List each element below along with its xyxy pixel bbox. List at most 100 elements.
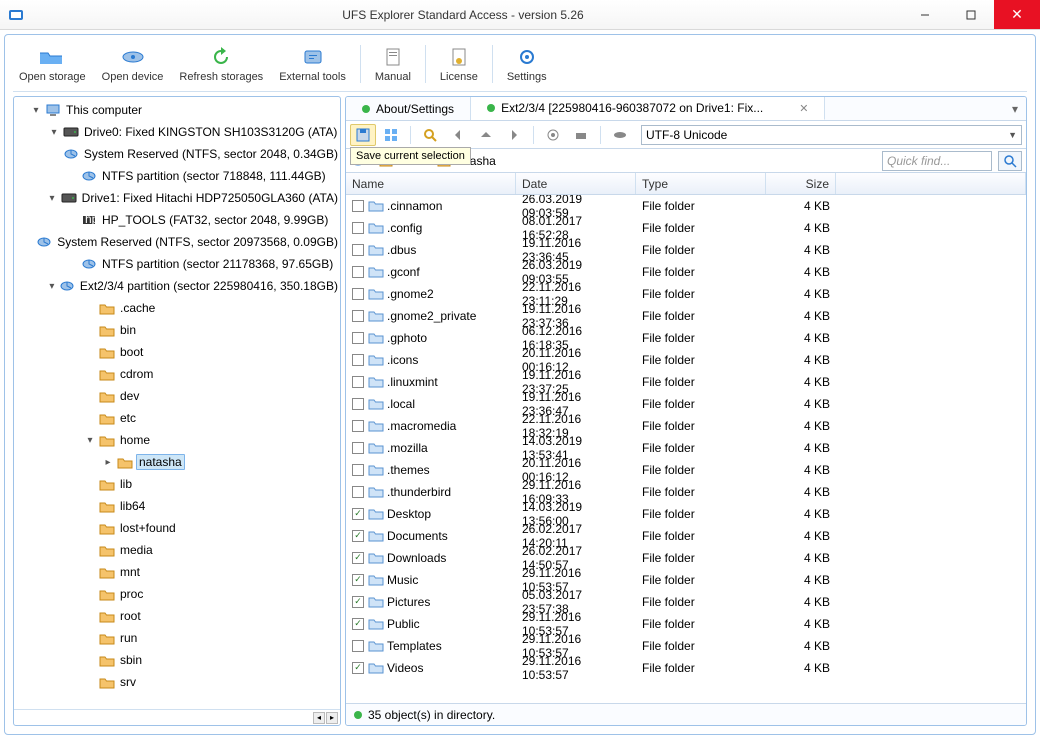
close-button[interactable]: ✕ bbox=[994, 0, 1040, 29]
open-device-button[interactable]: Open device bbox=[96, 43, 170, 85]
table-row[interactable]: Templates29.11.2016 10:53:57File folder4… bbox=[346, 635, 1026, 657]
storage-tree[interactable]: ▾This computer▾Drive0: Fixed KINGSTON SH… bbox=[14, 97, 340, 709]
tree-item[interactable]: run bbox=[14, 627, 340, 649]
tree-item[interactable]: etc bbox=[14, 407, 340, 429]
find-button[interactable] bbox=[417, 124, 443, 146]
row-checkbox[interactable] bbox=[352, 420, 364, 432]
tree-item[interactable]: boot bbox=[14, 341, 340, 363]
table-row[interactable]: .gnome222.11.2016 23:11:29File folder4 K… bbox=[346, 283, 1026, 305]
tree-item[interactable]: System Reserved (NTFS, sector 2048, 0.34… bbox=[14, 143, 340, 165]
table-row[interactable]: Desktop14.03.2019 13:56:00File folder4 K… bbox=[346, 503, 1026, 525]
save-selection-button[interactable] bbox=[350, 124, 376, 146]
row-checkbox[interactable] bbox=[352, 266, 364, 278]
tree-item[interactable]: ▾Drive1: Fixed Hitachi HDP725050GLA360 (… bbox=[14, 187, 340, 209]
tool-button-1[interactable] bbox=[540, 124, 566, 146]
grid-header[interactable]: Name Date Type Size bbox=[346, 173, 1026, 195]
row-checkbox[interactable] bbox=[352, 486, 364, 498]
row-checkbox[interactable] bbox=[352, 640, 364, 652]
row-checkbox[interactable] bbox=[352, 244, 364, 256]
row-checkbox[interactable] bbox=[352, 596, 364, 608]
tree-toggle[interactable]: ▾ bbox=[46, 193, 57, 204]
search-button[interactable] bbox=[998, 151, 1022, 171]
tree-item[interactable]: lib bbox=[14, 473, 340, 495]
table-row[interactable]: .cinnamon26.03.2019 09:03:59File folder4… bbox=[346, 195, 1026, 217]
tabs-menu-button[interactable]: ▾ bbox=[1004, 102, 1026, 116]
row-checkbox[interactable] bbox=[352, 288, 364, 300]
tree-item[interactable]: root bbox=[14, 605, 340, 627]
table-row[interactable]: .themes20.11.2016 00:16:12File folder4 K… bbox=[346, 459, 1026, 481]
tree-item[interactable]: NTFS partition (sector 21178368, 97.65GB… bbox=[14, 253, 340, 275]
refresh-storages-button[interactable]: Refresh storages bbox=[173, 43, 269, 85]
minimize-button[interactable] bbox=[902, 0, 948, 29]
nav-forward-button[interactable] bbox=[501, 124, 527, 146]
tree-item[interactable]: srv bbox=[14, 671, 340, 693]
table-row[interactable]: Documents26.02.2017 14:20:11File folder4… bbox=[346, 525, 1026, 547]
tree-item[interactable]: mnt bbox=[14, 561, 340, 583]
row-checkbox[interactable] bbox=[352, 530, 364, 542]
tree-item[interactable]: cdrom bbox=[14, 363, 340, 385]
table-row[interactable]: .mozilla14.03.2019 13:53:41File folder4 … bbox=[346, 437, 1026, 459]
tree-toggle[interactable]: ▸ bbox=[102, 457, 114, 468]
tree-item[interactable]: hpHP_TOOLS (FAT32, sector 2048, 9.99GB) bbox=[14, 209, 340, 231]
table-row[interactable]: .gnome2_private19.11.2016 23:37:36File f… bbox=[346, 305, 1026, 327]
tree-item[interactable]: bin bbox=[14, 319, 340, 341]
tab-ext-partition[interactable]: Ext2/3/4 [225980416-960387072 on Drive1:… bbox=[471, 97, 825, 120]
tool-button-2[interactable] bbox=[568, 124, 594, 146]
table-row[interactable]: .icons20.11.2016 00:16:12File folder4 KB bbox=[346, 349, 1026, 371]
tree-toggle[interactable]: ▾ bbox=[30, 105, 42, 116]
row-checkbox[interactable] bbox=[352, 354, 364, 366]
toggle-view-button[interactable] bbox=[378, 124, 404, 146]
table-row[interactable]: Pictures05.03.2017 23:57:38File folder4 … bbox=[346, 591, 1026, 613]
table-row[interactable]: .thunderbird29.11.2016 16:09:33File fold… bbox=[346, 481, 1026, 503]
table-row[interactable]: .macromedia22.11.2016 18:32:19File folde… bbox=[346, 415, 1026, 437]
tree-item[interactable]: .cache bbox=[14, 297, 340, 319]
row-checkbox[interactable] bbox=[352, 464, 364, 476]
table-row[interactable]: Downloads26.02.2017 14:50:57File folder4… bbox=[346, 547, 1026, 569]
nav-up-button[interactable] bbox=[473, 124, 499, 146]
row-checkbox[interactable] bbox=[352, 508, 364, 520]
row-checkbox[interactable] bbox=[352, 398, 364, 410]
tree-hscroll[interactable]: ◂▸ bbox=[14, 709, 340, 725]
tab-close-button[interactable]: ✕ bbox=[799, 102, 808, 115]
tree-toggle[interactable]: ▾ bbox=[48, 281, 56, 292]
tree-item[interactable]: ▾This computer bbox=[14, 99, 340, 121]
row-checkbox[interactable] bbox=[352, 662, 364, 674]
row-checkbox[interactable] bbox=[352, 574, 364, 586]
row-checkbox[interactable] bbox=[352, 200, 364, 212]
tree-item[interactable]: ▾Drive0: Fixed KINGSTON SH103S3120G (ATA… bbox=[14, 121, 340, 143]
open-storage-button[interactable]: Open storage bbox=[13, 43, 92, 85]
settings-button[interactable]: Settings bbox=[501, 43, 553, 85]
row-checkbox[interactable] bbox=[352, 442, 364, 454]
row-checkbox[interactable] bbox=[352, 376, 364, 388]
col-name[interactable]: Name bbox=[346, 173, 516, 194]
tree-item[interactable]: System Reserved (NTFS, sector 20973568, … bbox=[14, 231, 340, 253]
manual-button[interactable]: Manual bbox=[369, 43, 417, 85]
table-row[interactable]: Public29.11.2016 10:53:57File folder4 KB bbox=[346, 613, 1026, 635]
row-checkbox[interactable] bbox=[352, 310, 364, 322]
tree-item[interactable]: sbin bbox=[14, 649, 340, 671]
table-row[interactable]: .gphoto06.12.2016 16:18:35File folder4 K… bbox=[346, 327, 1026, 349]
encoding-select[interactable]: UTF-8 Unicode ▼ bbox=[641, 125, 1022, 145]
maximize-button[interactable] bbox=[948, 0, 994, 29]
table-row[interactable]: .dbus19.11.2016 23:36:45File folder4 KB bbox=[346, 239, 1026, 261]
tree-item[interactable]: lib64 bbox=[14, 495, 340, 517]
row-checkbox[interactable] bbox=[352, 552, 364, 564]
quick-find-input[interactable]: Quick find... bbox=[882, 151, 992, 171]
tree-item[interactable]: ▾Ext2/3/4 partition (sector 225980416, 3… bbox=[14, 275, 340, 297]
table-row[interactable]: .linuxmint19.11.2016 23:37:25File folder… bbox=[346, 371, 1026, 393]
tree-item[interactable]: media bbox=[14, 539, 340, 561]
external-tools-button[interactable]: External tools bbox=[273, 43, 352, 85]
tool-button-3[interactable] bbox=[607, 124, 633, 146]
col-size[interactable]: Size bbox=[766, 173, 836, 194]
tree-item[interactable]: ▾home bbox=[14, 429, 340, 451]
tree-item[interactable]: ▸natasha bbox=[14, 451, 340, 473]
tree-toggle[interactable]: ▾ bbox=[48, 127, 60, 138]
tree-item[interactable]: proc bbox=[14, 583, 340, 605]
table-row[interactable]: .gconf26.03.2019 09:03:55File folder4 KB bbox=[346, 261, 1026, 283]
license-button[interactable]: License bbox=[434, 43, 484, 85]
table-row[interactable]: .config08.01.2017 16:52:28File folder4 K… bbox=[346, 217, 1026, 239]
tree-item[interactable]: NTFS partition (sector 718848, 111.44GB) bbox=[14, 165, 340, 187]
row-checkbox[interactable] bbox=[352, 332, 364, 344]
tree-toggle[interactable]: ▾ bbox=[84, 435, 96, 446]
table-row[interactable]: Music29.11.2016 10:53:57File folder4 KB bbox=[346, 569, 1026, 591]
